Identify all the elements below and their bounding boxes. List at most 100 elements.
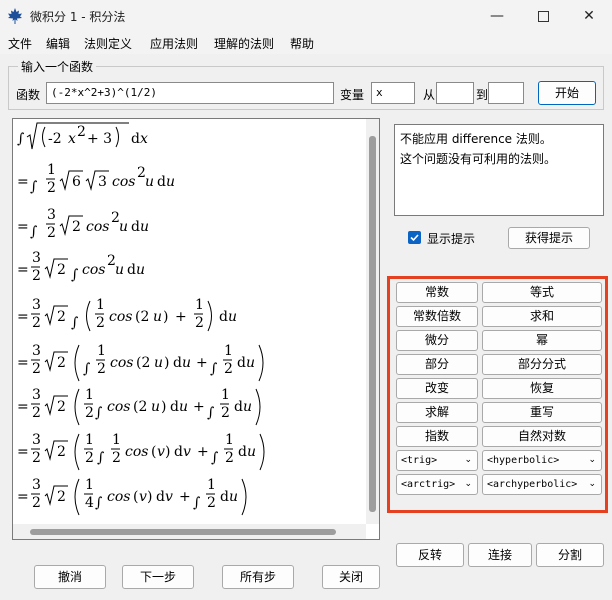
start-button[interactable]: 开始 bbox=[538, 81, 596, 105]
svg-text:2: 2 bbox=[32, 315, 41, 331]
chevron-down-icon: ⌄ bbox=[464, 479, 472, 489]
svg-text:+: + bbox=[193, 399, 205, 415]
all-steps-button[interactable]: 所有步 bbox=[222, 565, 294, 589]
horizontal-scroll-thumb[interactable] bbox=[30, 529, 336, 535]
svg-text:cos: cos bbox=[82, 262, 105, 278]
vertical-scroll-thumb[interactable] bbox=[369, 136, 376, 512]
svg-text:u: u bbox=[229, 489, 238, 505]
svg-text:cos: cos bbox=[107, 399, 130, 415]
svg-text:=: = bbox=[17, 174, 29, 190]
join-button[interactable]: 连接 bbox=[468, 543, 532, 567]
svg-text:u: u bbox=[136, 262, 145, 278]
variable-input[interactable]: x bbox=[371, 82, 415, 104]
svg-text:u: u bbox=[151, 399, 160, 415]
svg-text:1: 1 bbox=[97, 343, 106, 359]
trig-select[interactable]: <trig> ⌄ bbox=[396, 450, 478, 471]
svg-text:u: u bbox=[179, 399, 188, 415]
window-title: 微积分 1 - 积分法 bbox=[30, 10, 126, 24]
rule-constant-button[interactable]: 常数 bbox=[396, 282, 478, 303]
svg-text:=: = bbox=[17, 309, 29, 325]
rule-differentiate-button[interactable]: 微分 bbox=[396, 330, 478, 351]
hint-text-box[interactable]: 不能应用 difference 法则。 这个问题没有可利用的法则。 bbox=[394, 124, 604, 216]
function-input[interactable]: (-2*x^2+3)^(1/2) bbox=[46, 82, 334, 104]
rule-rewrite-button[interactable]: 重写 bbox=[482, 402, 602, 423]
rule-revert-button[interactable]: 恢复 bbox=[482, 378, 602, 399]
next-step-button[interactable]: 下一步 bbox=[122, 565, 194, 589]
rule-sum-button[interactable]: 求和 bbox=[482, 306, 602, 327]
svg-text:(2: (2 bbox=[135, 309, 149, 325]
archyperbolic-select[interactable]: <archyperbolic> ⌄ bbox=[482, 474, 602, 495]
show-hint-checkbox[interactable] bbox=[408, 231, 421, 244]
svg-text:∫: ∫ bbox=[97, 450, 104, 466]
svg-text:u: u bbox=[140, 219, 149, 235]
function-label: 函数 bbox=[16, 88, 41, 102]
svg-text:u: u bbox=[228, 309, 237, 325]
svg-text:d: d bbox=[157, 174, 166, 190]
svg-text:1: 1 bbox=[224, 343, 233, 359]
svg-text:1: 1 bbox=[195, 297, 204, 313]
svg-text:=: = bbox=[17, 489, 29, 505]
svg-text:u: u bbox=[153, 309, 162, 325]
menu-file[interactable]: 文件 bbox=[8, 35, 32, 52]
svg-text:2: 2 bbox=[224, 361, 233, 377]
menu-apply-rule[interactable]: 应用法则 bbox=[150, 35, 198, 52]
svg-text:d: d bbox=[156, 489, 165, 505]
hint-line: 不能应用 difference 法则。 bbox=[400, 132, 552, 146]
step-line: = 3 2 2 ∫ cos 2 u du bbox=[17, 250, 145, 284]
get-hint-button[interactable]: 获得提示 bbox=[508, 227, 590, 249]
rule-solve-button[interactable]: 求解 bbox=[396, 402, 478, 423]
split-button[interactable]: 分割 bbox=[536, 543, 604, 567]
rule-power-button[interactable]: 幂 bbox=[482, 330, 602, 351]
menu-rule-definition[interactable]: 法则定义 bbox=[84, 35, 132, 52]
svg-text:+: + bbox=[179, 489, 191, 505]
svg-text:1: 1 bbox=[221, 387, 230, 403]
svg-text:∫: ∫ bbox=[30, 179, 37, 195]
svg-text:∫: ∫ bbox=[30, 224, 37, 240]
svg-text:1: 1 bbox=[207, 477, 216, 493]
svg-text:x: x bbox=[140, 131, 148, 147]
rule-identity-button[interactable]: 等式 bbox=[482, 282, 602, 303]
svg-text:x: x bbox=[68, 131, 76, 147]
svg-text:∫: ∫ bbox=[95, 405, 102, 421]
menu-help[interactable]: 帮助 bbox=[290, 35, 314, 52]
svg-text:+ 3: + 3 bbox=[87, 131, 112, 147]
variable-label: 变量 bbox=[340, 88, 365, 102]
rule-natural-log-button[interactable]: 自然对数 bbox=[482, 426, 602, 447]
svg-text:2: 2 bbox=[57, 355, 66, 371]
rule-change-button[interactable]: 改变 bbox=[396, 378, 478, 399]
maximize-button[interactable] bbox=[520, 0, 566, 32]
svg-text:cos: cos bbox=[110, 355, 133, 371]
arctrig-select-value: <arctrig> bbox=[401, 479, 456, 490]
svg-text:d: d bbox=[174, 444, 183, 460]
close-window-button[interactable]: ✕ bbox=[566, 0, 612, 32]
svg-text:d: d bbox=[173, 355, 182, 371]
menu-edit[interactable]: 编辑 bbox=[46, 35, 70, 52]
svg-text:v: v bbox=[183, 444, 191, 460]
rule-partial-fractions-button[interactable]: 部分分式 bbox=[482, 354, 602, 375]
invert-button[interactable]: 反转 bbox=[396, 543, 464, 567]
svg-text:2: 2 bbox=[112, 450, 121, 466]
steps-panel: ∫ -2 x 2 + 3 dx = ∫ 1 2 6 3 cos 2 u du =… bbox=[12, 118, 380, 540]
to-input[interactable] bbox=[488, 82, 524, 104]
svg-text:): ) bbox=[163, 309, 168, 325]
minimize-button[interactable]: — bbox=[474, 0, 520, 32]
svg-text:3: 3 bbox=[32, 297, 41, 313]
svg-text:6: 6 bbox=[72, 174, 81, 190]
rule-parts-button[interactable]: 部分 bbox=[396, 354, 478, 375]
rule-exponential-button[interactable]: 指数 bbox=[396, 426, 478, 447]
hyperbolic-select[interactable]: <hyperbolic> ⌄ bbox=[482, 450, 602, 471]
from-input[interactable] bbox=[436, 82, 474, 104]
undo-button[interactable]: 撤消 bbox=[34, 565, 106, 589]
menu-understood-rules[interactable]: 理解的法则 bbox=[214, 35, 274, 52]
arctrig-select[interactable]: <arctrig> ⌄ bbox=[396, 474, 478, 495]
svg-text:u: u bbox=[154, 355, 163, 371]
step-line: = ∫ 3 2 2 cos 2 u du bbox=[17, 207, 149, 241]
svg-text:2: 2 bbox=[207, 495, 216, 511]
svg-text:1: 1 bbox=[96, 297, 105, 313]
svg-text:v: v bbox=[157, 444, 165, 460]
step-line: = ∫ 1 2 6 3 cos 2 u du bbox=[17, 162, 175, 196]
rule-constant-multiple-button[interactable]: 常数倍数 bbox=[396, 306, 478, 327]
svg-text:∫: ∫ bbox=[210, 361, 217, 377]
close-button[interactable]: 关闭 bbox=[322, 565, 380, 589]
svg-text:∫: ∫ bbox=[17, 131, 24, 147]
